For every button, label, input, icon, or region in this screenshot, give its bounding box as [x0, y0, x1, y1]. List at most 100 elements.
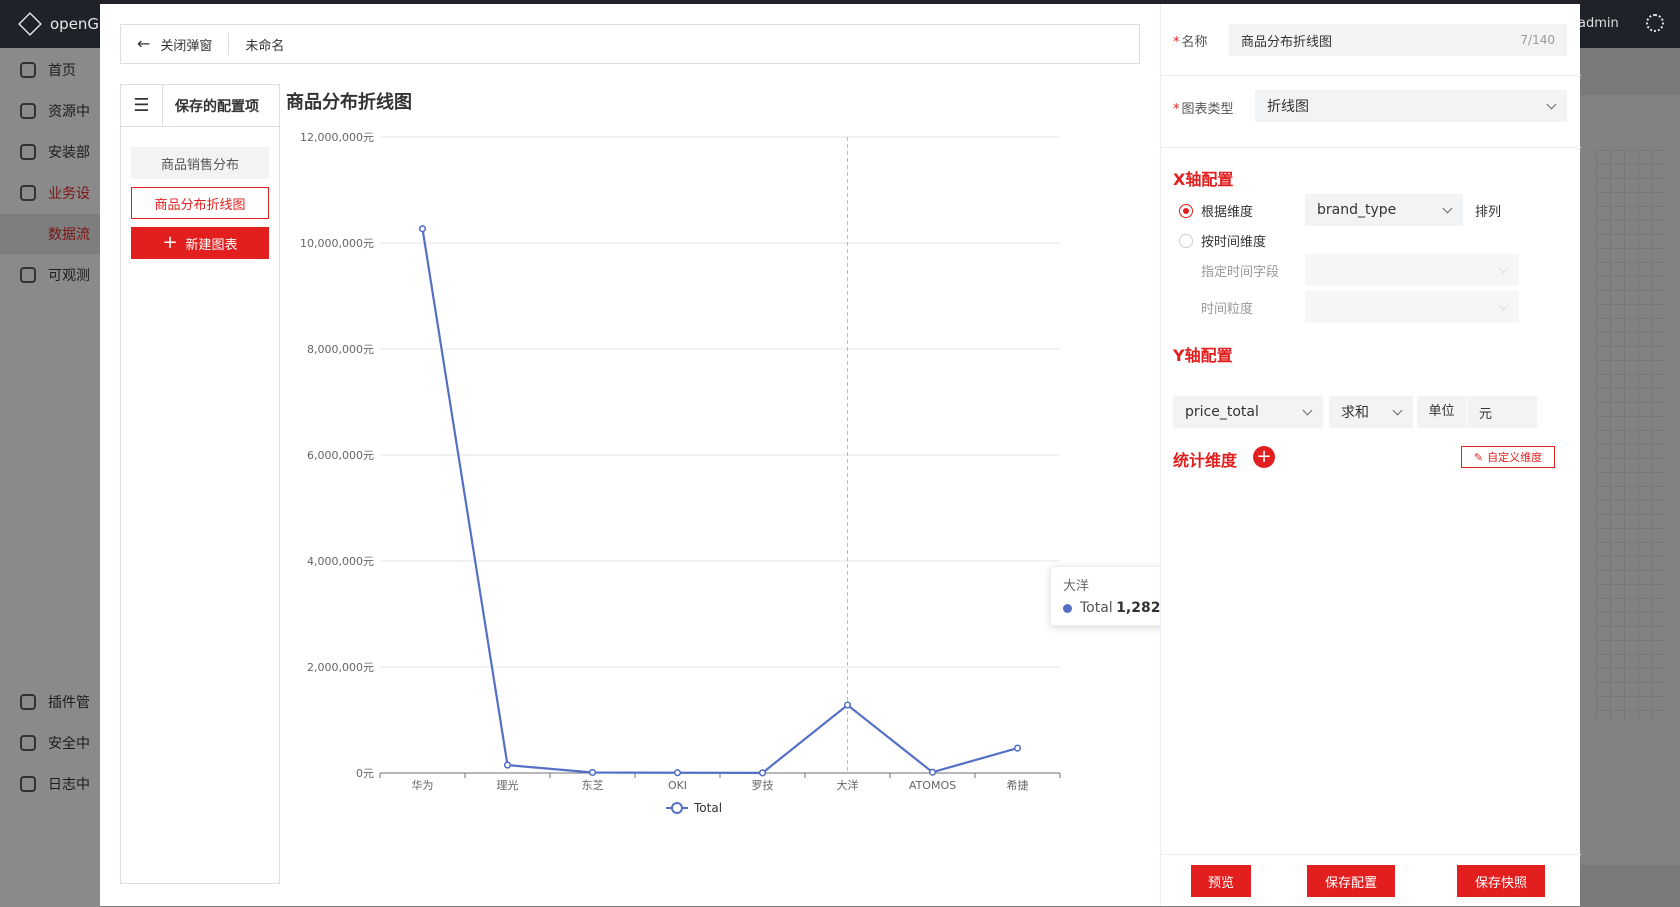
x-tick-label: 华为: [412, 778, 434, 792]
home-icon: [20, 62, 36, 78]
data-point: [503, 761, 512, 769]
x-tick-label: ATOMOS: [909, 779, 956, 792]
saved-config-title: 保存的配置项: [175, 98, 259, 115]
nav-item-logs: 日志中: [0, 764, 100, 804]
saved-config-header: ☰ 保存的配置项: [121, 84, 279, 127]
close-modal-label: 关闭弹窗: [160, 38, 213, 54]
y-tick-label: 6,000,000元: [307, 449, 374, 462]
legend-marker: [671, 802, 683, 814]
chevron-down-icon: [1392, 405, 1403, 415]
app-sidebar: 首页 资源中 安装部 业务设 数据流 可观测 插件管 安全中 日志中: [0, 48, 100, 907]
chart-type-select[interactable]: 折线图: [1255, 90, 1567, 122]
chart-type-row: * 图表类型 折线图: [1161, 76, 1581, 148]
x-dimension-radio[interactable]: 根据维度: [1179, 201, 1253, 220]
y-unit-label: 单位: [1417, 396, 1467, 428]
save-config-button[interactable]: 保存配置: [1307, 865, 1395, 897]
x-dimension-value: brand_type: [1317, 202, 1397, 218]
data-point: [418, 225, 427, 233]
saved-config-item-active[interactable]: 商品分布折线图: [131, 187, 269, 219]
preview-button[interactable]: 预览: [1191, 865, 1251, 897]
radio-unchecked-icon: [1179, 233, 1193, 248]
time-granularity-label: 时间粒度: [1201, 302, 1254, 317]
arrow-left-icon: ←: [137, 34, 151, 53]
chart-type-value: 折线图: [1267, 99, 1309, 115]
y-tick-label: 12,000,000元: [300, 131, 374, 144]
x-tick-label: 罗技: [752, 779, 774, 792]
series-marker-icon: [1063, 603, 1072, 613]
data-point: [588, 768, 597, 777]
y-tick-label: 10,000,000元: [300, 237, 374, 250]
plugin-icon: [20, 694, 36, 710]
stat-dimension-title: 统计维度: [1173, 451, 1238, 470]
chevron-down-icon: [1302, 405, 1313, 415]
data-point: [758, 769, 767, 777]
new-chart-label: 新建图表: [185, 237, 238, 253]
y-axis-title: Y轴配置: [1173, 346, 1233, 365]
x-dimension-label: 根据维度: [1201, 205, 1254, 220]
background-grid: [1596, 150, 1666, 720]
gear-icon: [20, 267, 36, 283]
x-tick-label: 理光: [497, 778, 519, 792]
edit-icon: ✎: [1473, 450, 1484, 464]
nav-item-observability: 可观测: [0, 255, 100, 295]
user-menu: admin: [1578, 16, 1619, 31]
custom-dimension-label: 自定义维度: [1487, 451, 1543, 464]
data-point: [843, 701, 852, 709]
editor-left: ← 关闭弹窗 未命名 ☰ 保存的配置项 商品销售分布 商品分布折线图 + 新建图…: [100, 4, 1208, 906]
shield-icon: [20, 735, 36, 751]
saved-config-item[interactable]: 商品销售分布: [131, 147, 269, 179]
name-row: * 名称 商品分布折线图 7/140: [1161, 4, 1581, 76]
x-tick-label: 东芝: [582, 779, 604, 792]
nav-item-dataflow: 数据流: [0, 214, 100, 254]
server-icon: [20, 103, 36, 119]
saved-config-panel: ☰ 保存的配置项 商品销售分布 商品分布折线图 + 新建图表: [120, 84, 280, 884]
data-point: [1013, 744, 1022, 752]
y-field-select[interactable]: price_total: [1173, 396, 1323, 428]
name-value: 商品分布折线图: [1241, 34, 1333, 50]
x-axis-title: X轴配置: [1173, 170, 1234, 189]
time-field-select[interactable]: [1305, 254, 1519, 286]
add-dimension-button[interactable]: +: [1253, 446, 1275, 468]
menu-fold-icon[interactable]: ☰: [121, 84, 163, 127]
gear-icon: [20, 185, 36, 201]
y-unit-value: 元: [1479, 406, 1493, 422]
settings-panel: * 名称 商品分布折线图 7/140 * 图表类型 折线图 X轴配置 根据维度 br…: [1160, 4, 1581, 906]
chart-area: 商品分布折线图 0元 2,000,000元 4,000,000元 6,000,000元…: [280, 84, 1208, 894]
custom-dimension-button[interactable]: ✎ 自定义维度: [1461, 446, 1555, 468]
nav-item-security: 安全中: [0, 723, 100, 763]
log-icon: [20, 776, 36, 792]
document-name[interactable]: 未命名: [229, 35, 284, 54]
y-aggregation-select[interactable]: 求和: [1329, 396, 1413, 428]
chevron-down-icon: [1498, 263, 1509, 273]
chart-editor-modal: ← 关闭弹窗 未命名 ☰ 保存的配置项 商品销售分布 商品分布折线图 + 新建图…: [100, 4, 1581, 906]
time-field-label: 指定时间字段: [1201, 265, 1280, 280]
y-tick-label: 2,000,000元: [307, 661, 374, 674]
nav-item-plugins: 插件管: [0, 682, 100, 722]
x-tick-label: OKI: [668, 779, 687, 792]
chart-type-label: 图表类型: [1181, 102, 1234, 117]
x-tick-label: 希捷: [1007, 778, 1029, 792]
y-unit-input[interactable]: 单位 元: [1417, 396, 1537, 428]
new-chart-button[interactable]: + 新建图表: [131, 227, 269, 259]
chevron-down-icon: [1546, 99, 1557, 109]
x-time-label: 按时间维度: [1201, 235, 1267, 250]
nav-item-business: 业务设: [0, 173, 100, 213]
name-input[interactable]: 商品分布折线图 7/140: [1229, 24, 1567, 56]
nav-item-resources: 资源中: [0, 91, 100, 131]
settings-footer: 预览 保存配置 保存快照: [1161, 854, 1581, 906]
y-aggregation-value: 求和: [1341, 405, 1369, 421]
logo-icon: [18, 12, 42, 36]
save-snapshot-button[interactable]: 保存快照: [1457, 865, 1545, 897]
x-time-radio[interactable]: 按时间维度: [1179, 231, 1266, 250]
gear-icon: [20, 144, 36, 160]
close-modal-button[interactable]: ← 关闭弹窗: [121, 33, 230, 55]
x-sort-button[interactable]: 排列: [1475, 201, 1501, 220]
y-field-value: price_total: [1185, 404, 1259, 420]
nav-item-home: 首页: [0, 50, 100, 90]
y-tick-label: 4,000,000元: [307, 555, 374, 568]
y-tick-label: 8,000,000元: [307, 343, 374, 356]
time-granularity-select[interactable]: [1305, 291, 1519, 323]
radio-checked-icon: [1179, 203, 1193, 218]
data-point: [928, 768, 937, 776]
x-dimension-select[interactable]: brand_type: [1305, 194, 1463, 226]
